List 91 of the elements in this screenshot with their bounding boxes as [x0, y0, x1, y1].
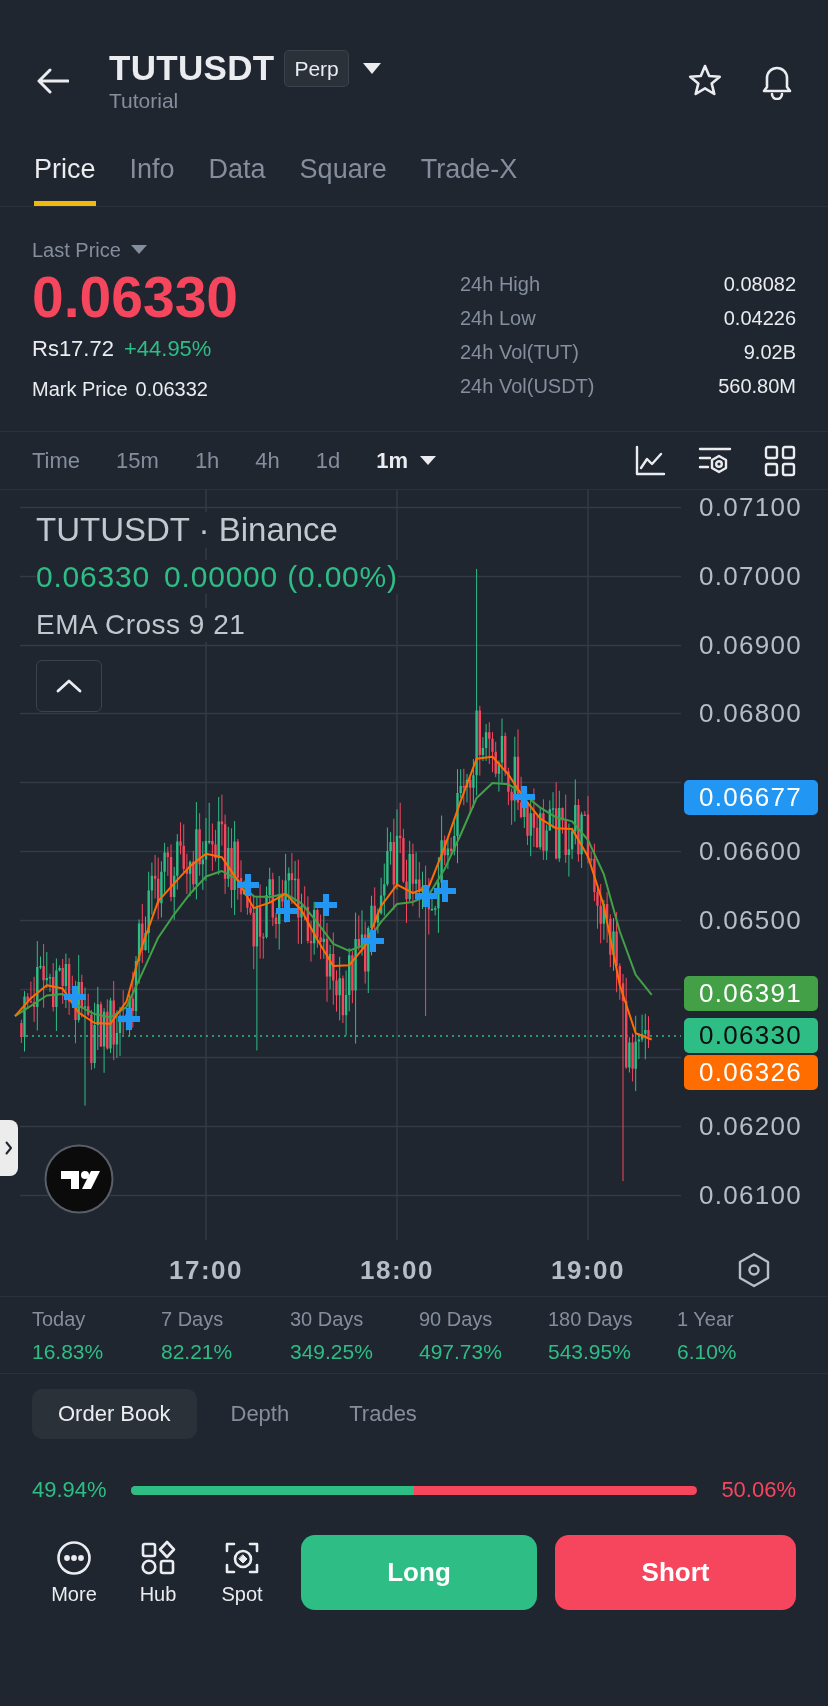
stat-value: 0.04226 — [722, 306, 796, 330]
tab[interactable]: Data — [208, 153, 266, 206]
collapse-button[interactable] — [36, 660, 102, 712]
line-chart-icon[interactable] — [634, 444, 666, 477]
time-axis-label: 17:00 — [168, 1254, 244, 1286]
interval-tab[interactable]: Time — [32, 445, 81, 476]
period-change: 82.21% — [161, 1339, 233, 1365]
book-tab[interactable]: Depth — [204, 1389, 316, 1439]
price-axis-label: 0.07000 — [699, 559, 803, 592]
price-tag: 0.06330 — [684, 1018, 818, 1053]
caret-icon — [420, 455, 437, 466]
time-axis-label: 19:00 — [550, 1254, 626, 1286]
stat-label: 24h Vol(USDT) — [460, 374, 596, 398]
plus-marker-icon — [312, 891, 340, 919]
period-change: 16.83% — [32, 1339, 104, 1365]
period-label: Today — [32, 1307, 86, 1332]
plus-marker-icon — [510, 783, 538, 811]
time-axis-label: 18:00 — [359, 1254, 435, 1286]
star-icon[interactable] — [687, 64, 723, 98]
book-tab[interactable]: Trades — [323, 1389, 443, 1439]
plus-marker-icon — [431, 877, 459, 905]
chart-last-price: 0.06330 — [36, 560, 151, 594]
chart-price-change: 0.00000 (0.00%) — [164, 560, 398, 594]
stat-value: 9.02B — [742, 340, 796, 364]
side-panel-handle[interactable] — [0, 1120, 18, 1176]
grid-icon[interactable] — [764, 444, 796, 477]
more-icon — [56, 1539, 92, 1576]
back-arrow-icon[interactable] — [37, 68, 69, 94]
price-tag: 0.06677 — [684, 780, 818, 815]
interval-tab[interactable]: 15m — [116, 445, 159, 476]
hub-button[interactable]: Hub — [120, 1539, 196, 1606]
price-axis-label: 0.06200 — [699, 1110, 803, 1143]
stat-label: 24h High — [460, 272, 542, 296]
plus-marker-icon — [412, 882, 440, 910]
plus-marker-icon — [115, 1005, 143, 1033]
logo-icon[interactable] — [44, 1144, 114, 1214]
settings-icon[interactable] — [737, 1252, 771, 1288]
plus-marker-icon — [234, 871, 262, 899]
caret-icon — [130, 245, 147, 255]
price-axis-label: 0.06100 — [699, 1179, 803, 1211]
plus-marker-icon — [273, 897, 301, 925]
price-tag: 0.06391 — [684, 976, 818, 1011]
tab[interactable]: Trade-X — [420, 153, 518, 206]
plus-marker-icon — [359, 927, 387, 955]
interval-tab[interactable]: 1d — [315, 445, 341, 476]
interval-tab[interactable]: 1m — [376, 445, 437, 476]
pair-subtitle: Tutorial — [109, 88, 179, 114]
stat-label: 24h Low — [460, 306, 537, 330]
last-price: 0.06330 — [32, 266, 239, 328]
plus-marker-icon — [61, 983, 89, 1011]
chevron-right-icon — [5, 1141, 13, 1155]
mark-price-label: Mark Price — [32, 377, 128, 402]
period-label: 1 Year — [677, 1307, 734, 1332]
period-change: 6.10% — [677, 1339, 737, 1365]
shapes-grid-icon — [140, 1539, 176, 1576]
book-tab[interactable]: Order Book — [32, 1389, 197, 1439]
period-label: 90 Days — [419, 1307, 493, 1332]
price-type-selector[interactable]: Last Price — [32, 235, 147, 265]
period-label: 30 Days — [290, 1307, 364, 1332]
long-button[interactable]: Long — [301, 1535, 537, 1610]
stat-value: 560.80M — [718, 374, 796, 398]
period-change: 543.95% — [548, 1339, 631, 1365]
caret-icon[interactable] — [362, 62, 381, 74]
interval-tab[interactable]: 4h — [255, 445, 280, 476]
price-axis-label: 0.06600 — [699, 835, 803, 867]
price-axis-label: 0.06900 — [699, 628, 803, 661]
price-axis-label: 0.06500 — [699, 903, 803, 936]
mark-price-value: 0.06332 — [135, 377, 208, 402]
price-axis-label: 0.07100 — [699, 491, 803, 523]
interval-tab[interactable]: 1h — [194, 445, 220, 476]
price-tag: 0.06326 — [684, 1055, 818, 1090]
period-change: 497.73% — [419, 1339, 502, 1365]
tab[interactable]: Square — [299, 153, 387, 206]
local-currency-price: Rs17.72 — [32, 335, 114, 363]
period-change: 349.25% — [290, 1339, 373, 1365]
stat-value: 0.08082 — [722, 272, 796, 296]
more-button[interactable]: More — [36, 1539, 112, 1606]
period-label: 180 Days — [548, 1307, 633, 1332]
tab[interactable]: Info — [129, 153, 175, 206]
buy-ratio: 49.94% — [32, 1477, 107, 1503]
short-button[interactable]: Short — [555, 1535, 796, 1610]
sell-ratio: 50.06% — [721, 1477, 796, 1503]
pair-title: TUTUSDT — [109, 48, 275, 88]
spot-button[interactable]: Spot — [204, 1539, 280, 1606]
period-label: 7 Days — [161, 1307, 224, 1332]
contract-type-badge: Perp — [284, 49, 349, 87]
tab[interactable]: Price — [34, 153, 96, 206]
stat-label: 24h Vol(TUT) — [460, 340, 580, 364]
chevron-up-icon — [56, 679, 82, 693]
price-axis-label: 0.06800 — [699, 697, 803, 730]
price-change-percent: +44.95% — [123, 335, 212, 363]
